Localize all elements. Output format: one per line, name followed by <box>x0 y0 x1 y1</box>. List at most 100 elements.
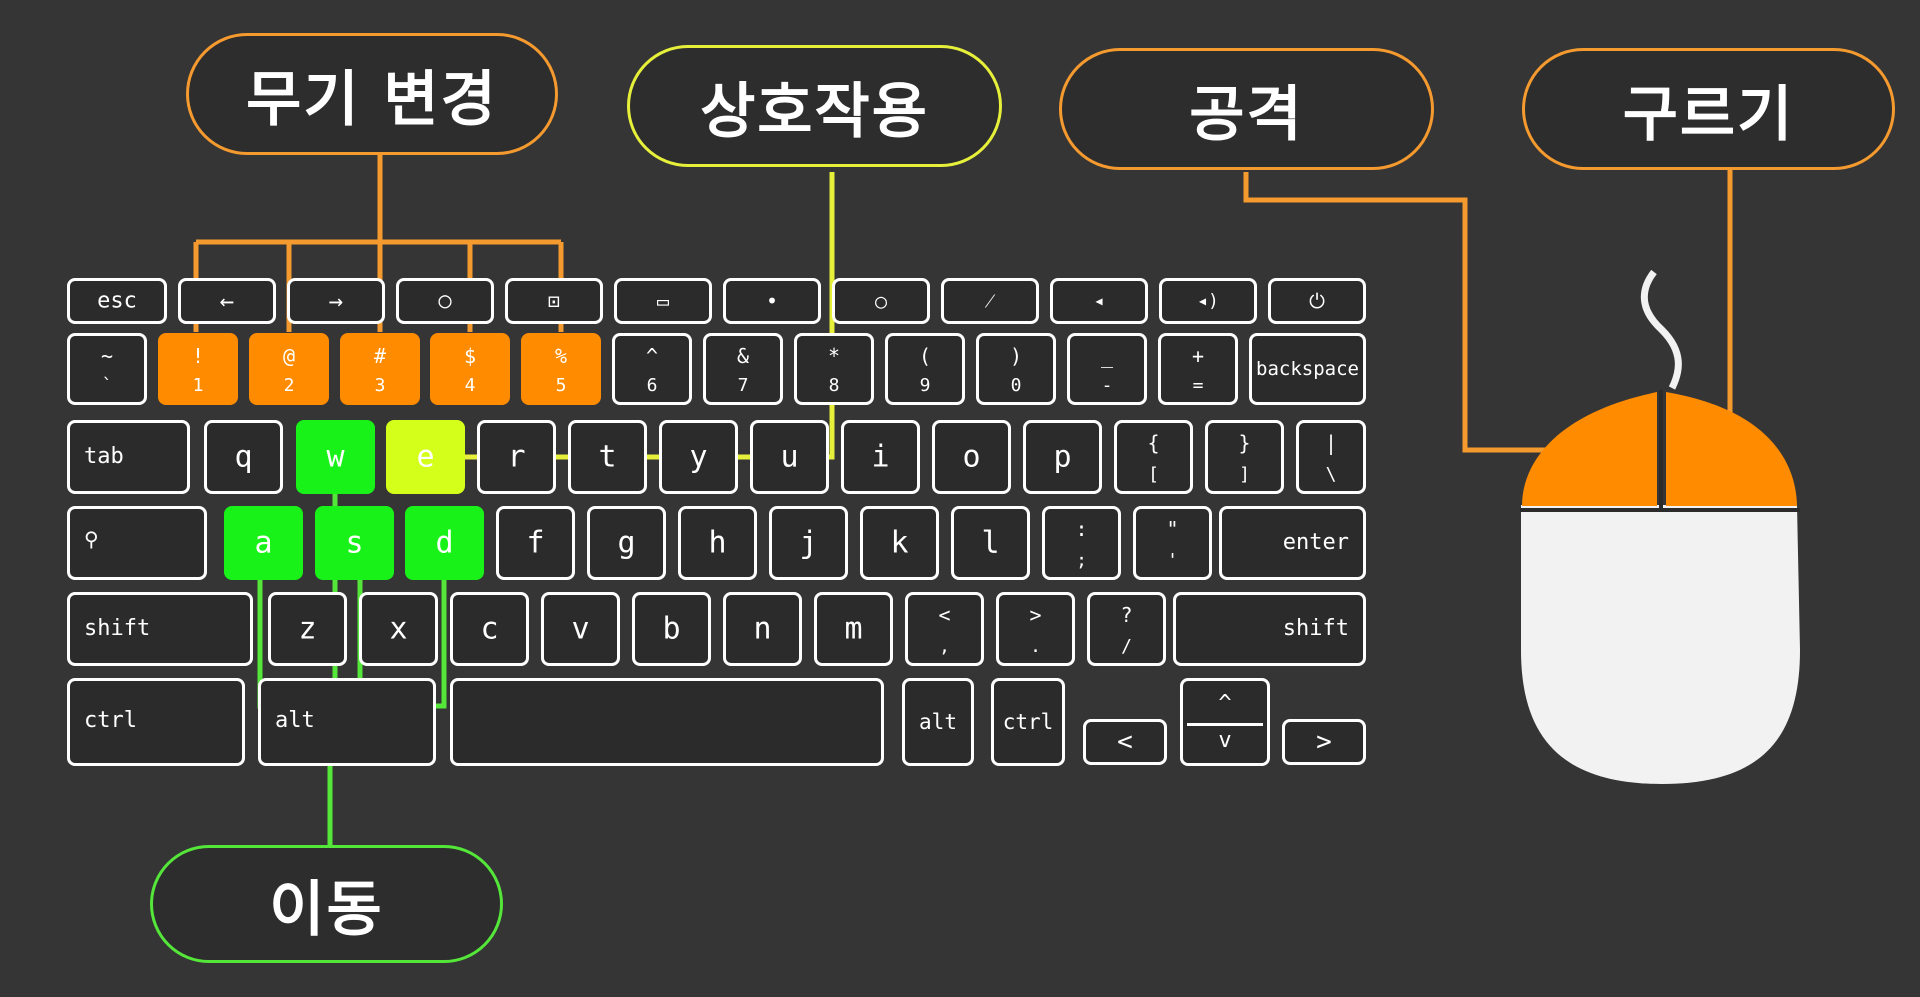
key-backslash[interactable]: | \ <box>1296 420 1366 494</box>
key-semicolon[interactable]: :; <box>1042 506 1121 580</box>
key-right-bracket-top: } <box>1238 431 1251 455</box>
key-c[interactable]: c <box>450 592 529 666</box>
key-5[interactable]: % 5 <box>521 333 601 405</box>
key-l[interactable]: l <box>951 506 1030 580</box>
key-6[interactable]: ^ 6 <box>612 333 692 405</box>
key-9[interactable]: (9 <box>885 333 965 405</box>
key-g[interactable]: g <box>587 506 666 580</box>
key-enter[interactable]: enter <box>1219 506 1366 580</box>
key-k[interactable]: k <box>860 506 939 580</box>
key-alt-right[interactable]: alt <box>902 678 974 766</box>
key-t-label: t <box>598 439 617 475</box>
key-back[interactable]: ← <box>178 278 276 324</box>
key-0-top: ) <box>1009 344 1023 368</box>
key-2[interactable]: @2 <box>249 333 329 405</box>
key-1[interactable]: ! 1 <box>158 333 238 405</box>
key-fullscreen[interactable]: ⊡ <box>505 278 603 324</box>
key-refresh[interactable]: ○ <box>396 278 494 324</box>
key-a[interactable]: a <box>224 506 303 580</box>
key-arrow-right[interactable]: > <box>1282 719 1366 765</box>
roll-label: 구르기 <box>1522 48 1895 170</box>
key-b[interactable]: b <box>632 592 711 666</box>
key-backtick-bottom: ` <box>101 375 113 396</box>
key-arrow-up-down[interactable]: ^ v <box>1180 678 1270 766</box>
key-tab-label: tab <box>84 444 124 469</box>
key-mute[interactable]: ⁄ <box>941 278 1039 324</box>
key-t[interactable]: t <box>568 420 647 494</box>
key-enter-label: enter <box>1282 530 1349 555</box>
key-w[interactable]: w <box>296 420 375 494</box>
key-tab[interactable]: tab <box>67 420 190 494</box>
key-p-label: p <box>1053 439 1072 475</box>
key-s[interactable]: s <box>315 506 394 580</box>
key-2-top: @ <box>282 344 296 368</box>
key-ctrl-left[interactable]: ctrl <box>67 678 245 766</box>
key-1-bottom: 1 <box>192 375 204 396</box>
key-f-label: f <box>526 525 545 561</box>
key-7[interactable]: & 7 <box>703 333 783 405</box>
key-s-label: s <box>345 525 364 561</box>
key-y[interactable]: y <box>659 420 738 494</box>
key-left-bracket[interactable]: {[ <box>1114 420 1193 494</box>
key-backtick-top: ~ <box>100 344 114 368</box>
key-alt-left[interactable]: alt <box>258 678 436 766</box>
mouse <box>1520 269 1800 784</box>
key-z[interactable]: z <box>268 592 347 666</box>
back-arrow-icon: ← <box>219 287 235 315</box>
key-5-top: % <box>554 344 568 368</box>
key-4[interactable]: $4 <box>430 333 510 405</box>
key-n-label: n <box>753 611 772 647</box>
key-comma[interactable]: <, <box>905 592 984 666</box>
key-j[interactable]: j <box>769 506 848 580</box>
key-arrow-left[interactable]: < <box>1083 719 1167 765</box>
key-d[interactable]: d <box>405 506 484 580</box>
key-backspace[interactable]: backspace <box>1249 333 1366 405</box>
key-equals[interactable]: + = <box>1158 333 1238 405</box>
key-esc[interactable]: esc <box>67 278 167 324</box>
key-p[interactable]: p <box>1023 420 1102 494</box>
key-1-top: ! <box>191 344 205 368</box>
key-r[interactable]: r <box>477 420 556 494</box>
key-u[interactable]: u <box>750 420 829 494</box>
key-4-bottom: 4 <box>464 375 476 396</box>
key-k-label: k <box>890 525 909 561</box>
key-n[interactable]: n <box>723 592 802 666</box>
key-backtick[interactable]: ~ ` <box>67 333 147 405</box>
arrow-right-icon: > <box>1316 727 1332 757</box>
key-8[interactable]: * 8 <box>794 333 874 405</box>
key-9-bottom: 9 <box>919 375 931 396</box>
key-f[interactable]: f <box>496 506 575 580</box>
key-minus[interactable]: _ - <box>1067 333 1147 405</box>
key-ctrl-right[interactable]: ctrl <box>991 678 1065 766</box>
key-space[interactable] <box>450 678 884 766</box>
key-j-label: j <box>799 525 818 561</box>
key-forward[interactable]: → <box>287 278 385 324</box>
key-slash[interactable]: ? / <box>1087 592 1166 666</box>
key-e[interactable]: e <box>386 420 465 494</box>
key-o[interactable]: o <box>932 420 1011 494</box>
key-brightness-up[interactable]: ○ <box>832 278 930 324</box>
key-i[interactable]: i <box>841 420 920 494</box>
key-3[interactable]: #3 <box>340 333 420 405</box>
key-brightness-down[interactable]: • <box>723 278 821 324</box>
key-q[interactable]: q <box>204 420 283 494</box>
key-quote[interactable]: " ' <box>1133 506 1212 580</box>
key-search[interactable]: ⚲ <box>67 506 207 580</box>
key-shift-left[interactable]: shift <box>67 592 253 666</box>
key-overview[interactable]: ▭ <box>614 278 712 324</box>
key-period[interactable]: >. <box>996 592 1075 666</box>
key-volume-up[interactable]: ◂) <box>1159 278 1257 324</box>
key-shift-right[interactable]: shift <box>1173 592 1366 666</box>
key-0[interactable]: ) 0 <box>976 333 1056 405</box>
key-volume-down[interactable]: ◂ <box>1050 278 1148 324</box>
key-v[interactable]: v <box>541 592 620 666</box>
key-m[interactable]: m <box>814 592 893 666</box>
key-h[interactable]: h <box>678 506 757 580</box>
key-right-bracket[interactable]: }] <box>1205 420 1284 494</box>
key-e-label: e <box>416 439 435 475</box>
key-6-bottom: 6 <box>646 375 658 396</box>
key-power[interactable]: ⏻ <box>1268 278 1366 324</box>
key-semicolon-top: : <box>1075 517 1088 541</box>
key-x[interactable]: x <box>359 592 438 666</box>
key-backslash-top: | <box>1324 431 1338 455</box>
